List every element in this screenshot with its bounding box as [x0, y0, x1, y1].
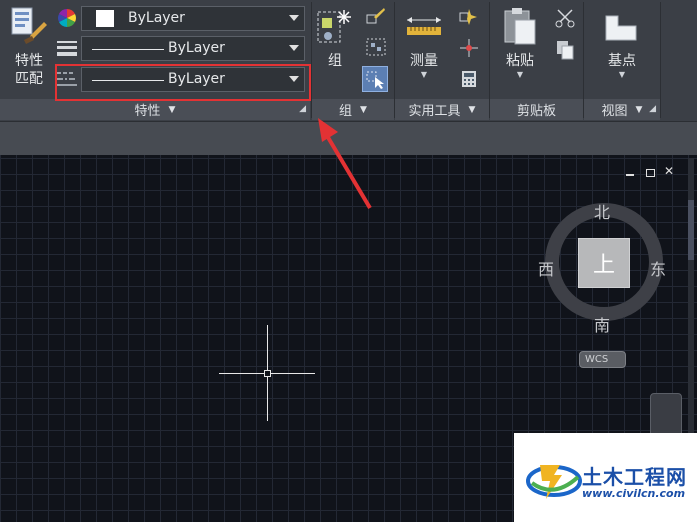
compass-east[interactable]: 东: [650, 256, 666, 280]
watermark-url: www.civilcn.com: [582, 487, 686, 500]
viewcube-top-face[interactable]: 上: [578, 238, 630, 288]
dialog-launcher-icon[interactable]: ◢: [649, 104, 656, 114]
linetype-highlight-box: [55, 64, 311, 101]
compass-south[interactable]: 南: [594, 312, 610, 336]
chevron-down-icon[interactable]: [289, 15, 299, 21]
properties-panel-title: 特性: [134, 104, 161, 119]
base-point-icon[interactable]: [604, 12, 638, 42]
color-swatch: [96, 10, 114, 27]
watermark: 土木工程网 www.civilcn.com: [514, 433, 697, 522]
copy-icon[interactable]: [556, 40, 574, 60]
view-panel-title: 视图: [601, 104, 628, 119]
viewport-restore-icon[interactable]: [646, 169, 655, 177]
quick-select-icon[interactable]: [459, 7, 479, 27]
match-properties-label[interactable]: 特性 匹配: [8, 52, 50, 88]
measure-label[interactable]: 测量 ▼: [402, 52, 446, 80]
view-panel-footer[interactable]: 视图 ▼ ◢: [584, 99, 660, 120]
chevron-down-icon[interactable]: ▼: [498, 70, 542, 80]
chevron-down-icon[interactable]: ▼: [469, 105, 476, 115]
viewport-close-icon[interactable]: ✕: [664, 165, 674, 177]
chevron-down-icon[interactable]: [289, 45, 299, 51]
color-combo[interactable]: ByLayer: [81, 6, 305, 31]
paste-icon[interactable]: [503, 6, 537, 46]
group-manager-icon[interactable]: [366, 38, 386, 56]
compass-west[interactable]: 西: [538, 256, 554, 280]
lineweight-preview: [92, 49, 164, 50]
clipboard-panel-title: 剪贴板: [516, 104, 556, 119]
chevron-down-icon[interactable]: ▼: [169, 105, 176, 115]
lineweight-combo-value: ByLayer: [168, 40, 225, 56]
chevron-down-icon[interactable]: ▼: [600, 70, 644, 80]
color-combo-value: ByLayer: [128, 10, 185, 26]
dialog-launcher-icon[interactable]: ◢: [299, 104, 306, 114]
color-wheel-icon[interactable]: [57, 8, 77, 28]
group-icon[interactable]: [316, 6, 354, 48]
paste-label-text: 粘贴: [506, 53, 534, 69]
utilities-panel-title: 实用工具: [408, 104, 461, 119]
paste-label[interactable]: 粘贴 ▼: [498, 52, 542, 80]
group-selection-icon[interactable]: [362, 66, 388, 92]
match-properties-icon[interactable]: [10, 6, 48, 46]
crosshair-pickbox: [264, 370, 271, 377]
panel-separator: [660, 2, 661, 118]
scissors-icon[interactable]: [555, 8, 575, 28]
group-label[interactable]: 组: [316, 52, 354, 70]
compass-north[interactable]: 北: [594, 199, 610, 223]
lineweight-icon[interactable]: [56, 40, 78, 58]
id-point-icon[interactable]: [459, 38, 479, 58]
chevron-down-icon[interactable]: ▼: [402, 70, 446, 80]
measure-label-text: 测量: [410, 53, 438, 69]
ribbon: 特性 匹配 ByLayer ByLayer ByLayer 特性 ▼ ◢ 组 组…: [0, 0, 697, 121]
scrollbar-thumb[interactable]: [688, 200, 694, 260]
wcs-label: WCS: [585, 354, 609, 365]
group-edit-icon[interactable]: [366, 7, 386, 25]
clipboard-panel-footer[interactable]: 剪贴板: [490, 99, 583, 120]
base-point-label-text: 基点: [608, 53, 636, 69]
calculator-icon[interactable]: [461, 70, 477, 88]
lineweight-combo[interactable]: ByLayer: [81, 36, 305, 61]
chevron-down-icon[interactable]: ▼: [636, 105, 643, 115]
properties-panel-footer[interactable]: 特性 ▼ ◢: [0, 99, 310, 120]
watermark-brand: 土木工程网: [582, 465, 687, 489]
autocad-window: 特性 匹配 ByLayer ByLayer ByLayer 特性 ▼ ◢ 组 组…: [0, 0, 697, 522]
measure-icon[interactable]: [405, 14, 443, 38]
viewport-minimize-icon[interactable]: [626, 174, 634, 176]
brand-logo-icon: [526, 465, 582, 499]
annotation-arrow: [318, 118, 372, 210]
utilities-panel-footer[interactable]: 实用工具 ▼: [395, 99, 489, 120]
wcs-menu[interactable]: WCS: [579, 351, 626, 368]
base-point-label[interactable]: 基点 ▼: [600, 52, 644, 80]
